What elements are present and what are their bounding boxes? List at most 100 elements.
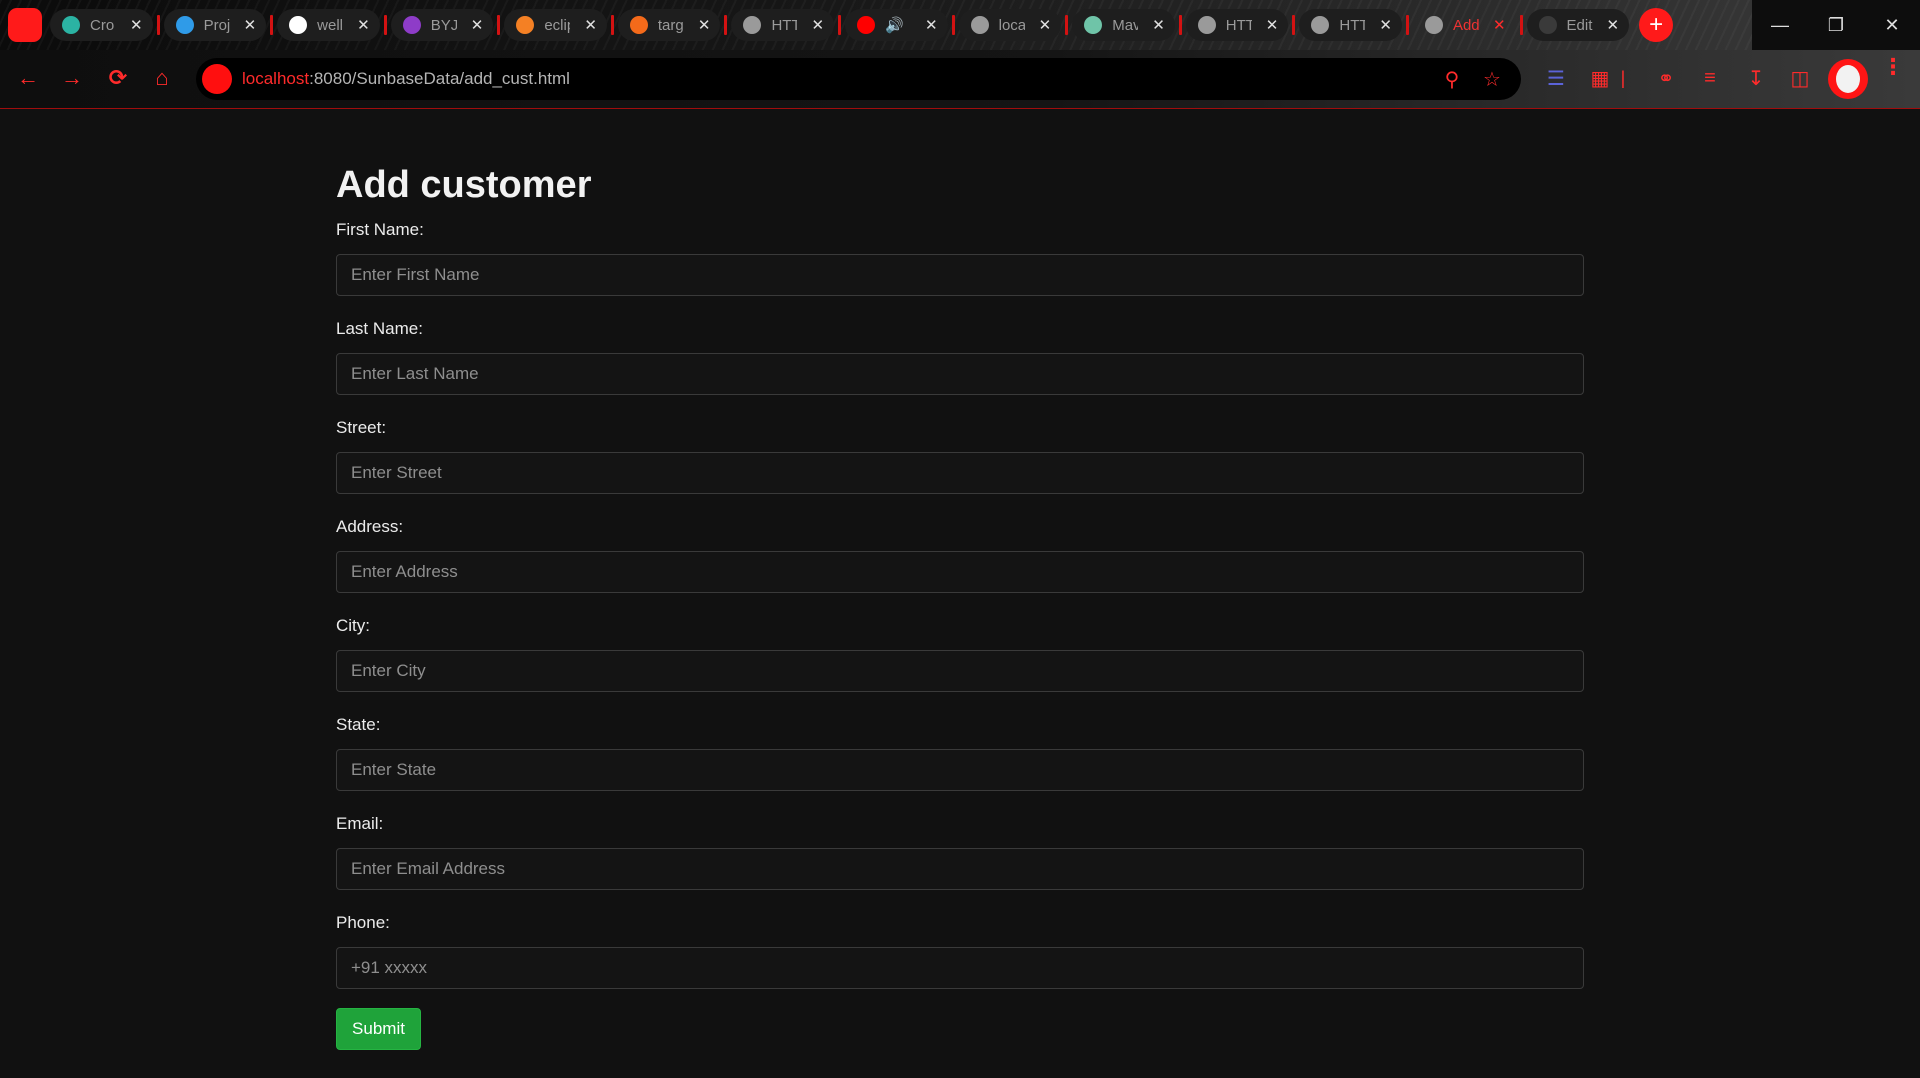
tab-item[interactable]: loca ✕ [958, 9, 1062, 41]
tab-item[interactable]: HTT ✕ [1185, 9, 1289, 41]
tab-separator [1065, 15, 1069, 35]
tab-item[interactable]: eclip ✕ [504, 9, 607, 41]
tab-close-icon[interactable]: ✕ [811, 16, 824, 34]
speaker-icon[interactable]: 🔊 [885, 16, 911, 34]
restore-icon[interactable]: ❐ [1808, 0, 1864, 50]
cast-icon[interactable]: ≡ [1696, 64, 1724, 92]
field-label: Phone: [336, 913, 390, 932]
close-window-icon[interactable]: ✕ [1864, 0, 1920, 50]
toolbar-divider: | [1620, 67, 1626, 88]
zoom-icon[interactable]: ⚲ [1440, 67, 1464, 91]
field-input[interactable] [336, 254, 1584, 296]
field-input[interactable] [336, 452, 1584, 494]
tab-close-icon[interactable]: ✕ [130, 16, 143, 34]
minimize-icon[interactable]: — [1752, 0, 1808, 50]
tab-separator [1292, 15, 1296, 35]
sidebar-toggle-icon[interactable]: ◫ [1786, 64, 1814, 92]
tab-item[interactable]: HTT ✕ [731, 9, 835, 41]
tab-separator [724, 15, 728, 35]
tab-close-icon[interactable]: ✕ [584, 16, 597, 34]
tab-title: eclip [544, 16, 570, 34]
tab-close-icon[interactable]: ✕ [698, 16, 711, 34]
forward-arrow-icon[interactable]: → [58, 64, 86, 92]
field-label: Address: [336, 517, 404, 536]
browser-toolbar: ← → ⟳ ⌂ localhost:8080/SunbaseData/add_c… [0, 50, 1920, 109]
field-label: Street: [336, 418, 387, 437]
form-field: Address: [336, 515, 1584, 593]
field-input[interactable] [336, 551, 1584, 593]
tab-item[interactable]: Mav ✕ [1072, 9, 1175, 41]
tab-title: Add [1452, 16, 1479, 34]
field-label: First Name: [336, 220, 424, 239]
tab-item[interactable]: BYJU ✕ [390, 9, 494, 41]
tab-close-icon[interactable]: ✕ [1039, 16, 1052, 34]
tab-list: Cro✕Proj✕well✕BYJU✕eclip✕targ✕HTT✕🔊✕loca… [50, 5, 1674, 45]
form-field: First Name: [336, 218, 1584, 296]
tab-title: HTT [1225, 16, 1252, 34]
extension-list-icon[interactable]: ☰ [1542, 64, 1570, 92]
tab-separator [1178, 15, 1182, 35]
field-label: Last Name: [336, 319, 423, 338]
bookmark-star-icon[interactable]: ☆ [1480, 67, 1504, 91]
tab-title: BYJU [430, 16, 457, 34]
form-field: Street: [336, 416, 1584, 494]
tab-separator [1405, 15, 1409, 35]
tab-item[interactable]: Proj ✕ [163, 9, 267, 41]
tab-close-icon[interactable]: ✕ [1266, 16, 1279, 34]
menu-dots-icon[interactable]: ⋮ [1882, 56, 1904, 78]
tab-close-icon[interactable]: ✕ [357, 16, 370, 34]
tab-item[interactable]: 🔊 ✕ [845, 9, 948, 41]
chatgpt-icon [1084, 16, 1103, 34]
tab-item[interactable]: targ ✕ [617, 9, 721, 41]
github-icon [1538, 16, 1557, 34]
brave-icon [629, 16, 648, 34]
reload-icon[interactable]: ⟳ [104, 64, 132, 92]
field-input[interactable] [336, 650, 1584, 692]
form-field: Last Name: [336, 317, 1584, 395]
tab-close-icon[interactable]: ✕ [1379, 16, 1392, 34]
back-arrow-icon[interactable]: ← [14, 64, 42, 92]
new-tab-button[interactable]: + [1639, 8, 1674, 42]
globe-icon [970, 16, 989, 34]
globe-icon [1311, 16, 1330, 34]
tab-item[interactable]: Add ✕ [1413, 9, 1516, 41]
field-input[interactable] [336, 947, 1584, 989]
globe-icon [743, 16, 762, 34]
extensions-puzzle-icon[interactable]: ▦ [1586, 64, 1614, 92]
tab-close-icon[interactable]: ✕ [1152, 16, 1165, 34]
browser-logo-icon[interactable] [8, 8, 42, 42]
stackoverflow-icon [516, 16, 535, 34]
tab-title: loca [998, 16, 1025, 34]
tab-close-icon[interactable]: ✕ [244, 16, 257, 34]
site-info-icon[interactable] [202, 64, 232, 94]
field-input[interactable] [336, 353, 1584, 395]
tab-close-icon[interactable]: ✕ [925, 16, 938, 34]
tab-separator [838, 15, 842, 35]
field-input[interactable] [336, 848, 1584, 890]
gx-corner-icon[interactable]: ⚭ [1652, 64, 1680, 92]
tab-title: Proj [203, 16, 230, 34]
submit-button[interactable]: Submit [336, 1008, 421, 1050]
bird-icon [175, 16, 194, 34]
tab-close-icon[interactable]: ✕ [471, 16, 484, 34]
field-label: City: [336, 616, 370, 635]
tab-item[interactable]: Cro ✕ [50, 9, 153, 41]
add-customer-form: Add customer First Name: Last Name: Street… [336, 162, 1584, 1050]
form-field: City: [336, 614, 1584, 692]
tab-separator [610, 15, 614, 35]
tab-item[interactable]: Edit ✕ [1526, 9, 1630, 41]
crossed-circle-icon [62, 16, 80, 34]
tab-separator [951, 15, 955, 35]
profile-avatar[interactable] [1828, 59, 1868, 99]
tab-close-icon[interactable]: ✕ [1493, 16, 1506, 34]
tab-strip: Cro✕Proj✕well✕BYJU✕eclip✕targ✕HTT✕🔊✕loca… [0, 0, 1920, 50]
home-icon[interactable]: ⌂ [148, 64, 176, 92]
tab-item[interactable]: HTT ✕ [1299, 9, 1402, 41]
tab-separator [156, 15, 160, 35]
address-bar[interactable]: localhost:8080/SunbaseData/add_cust.html… [196, 58, 1521, 100]
tab-close-icon[interactable]: ✕ [1607, 16, 1620, 34]
field-input[interactable] [336, 749, 1584, 791]
url-text[interactable]: localhost:8080/SunbaseData/add_cust.html [242, 69, 570, 89]
download-icon[interactable]: ↧ [1742, 64, 1770, 92]
tab-item[interactable]: well ✕ [277, 9, 380, 41]
